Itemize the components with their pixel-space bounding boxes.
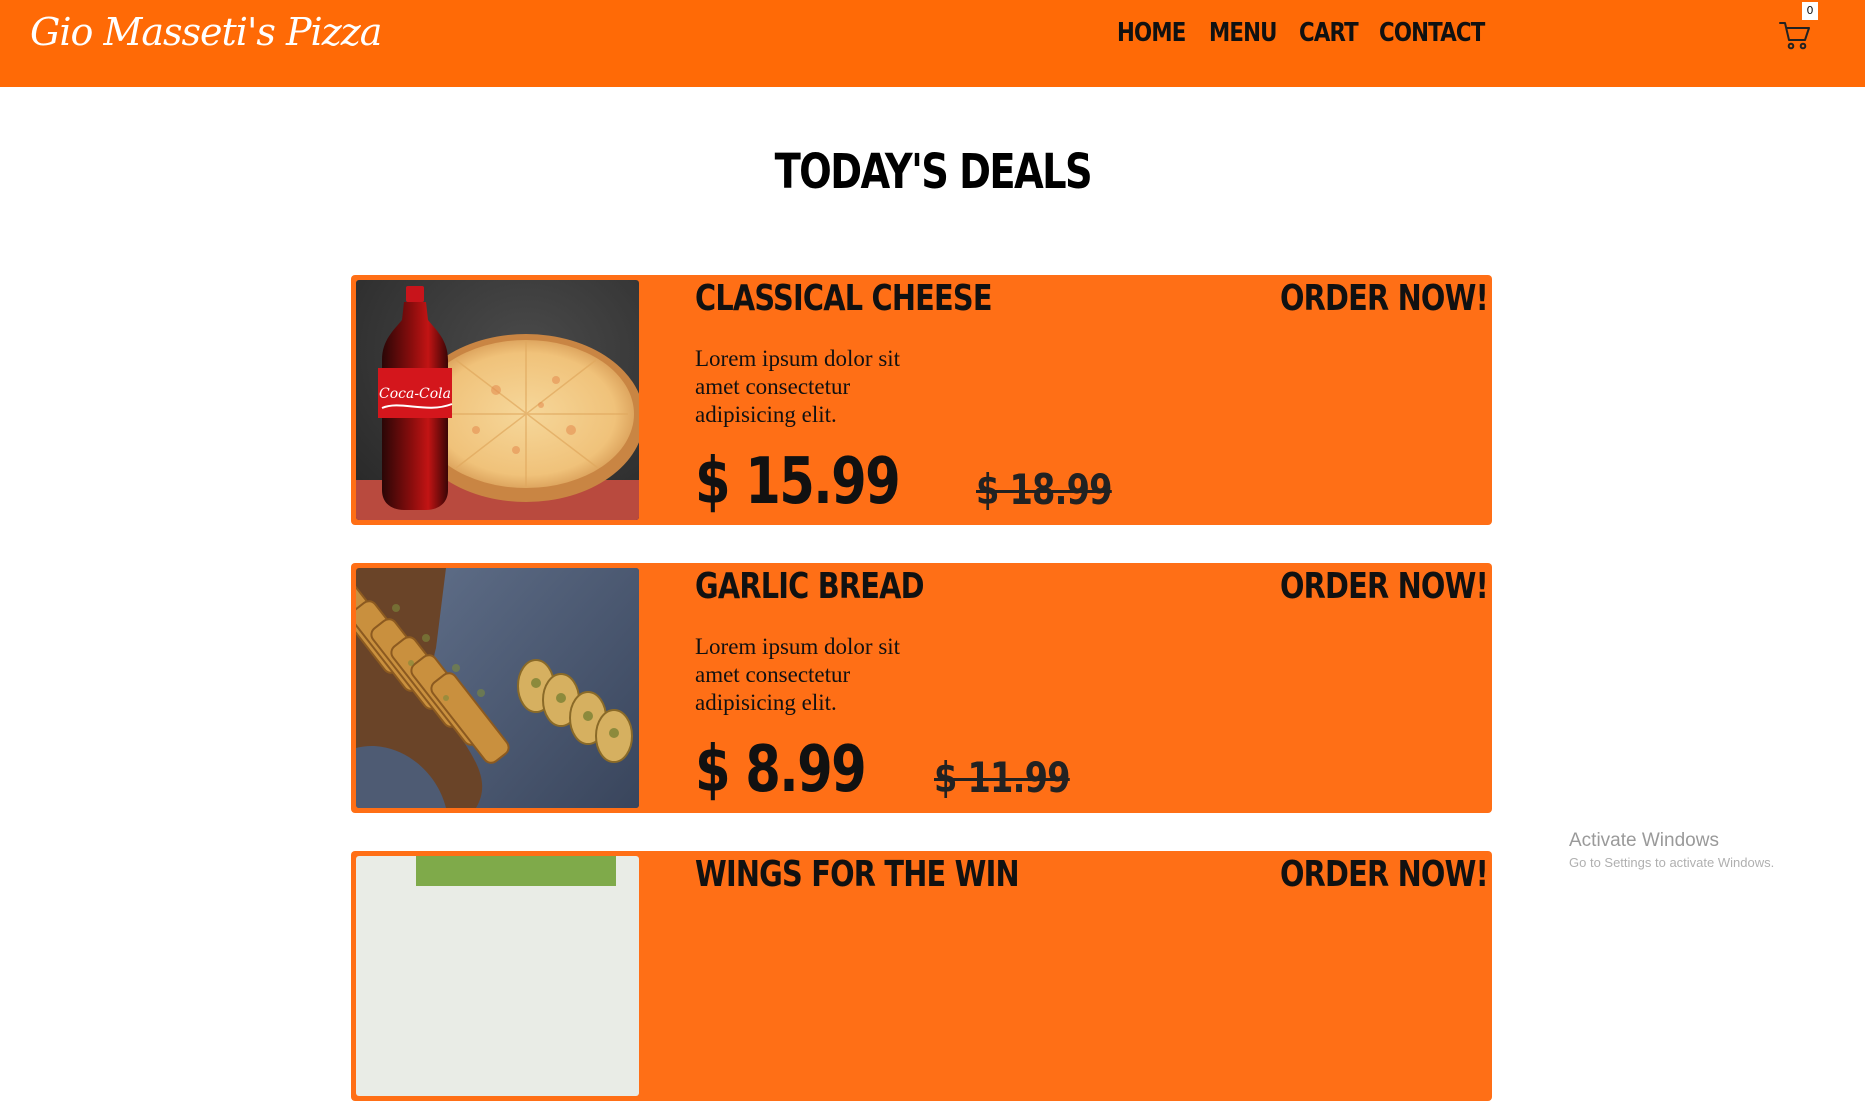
deal-image-wings: [356, 856, 639, 1096]
main-nav: HOME MENU CART CONTACT: [1117, 18, 1495, 48]
nav-cart[interactable]: CART: [1299, 18, 1359, 48]
svg-text:Coca-Cola: Coca-Cola: [379, 386, 451, 402]
deal-price: $ 15.99: [695, 445, 901, 519]
brand-logo[interactable]: Gio Masseti's Pizza: [30, 10, 382, 54]
deal-title: CLASSICAL CHEESE: [695, 278, 992, 319]
cart-count-badge: 0: [1802, 2, 1818, 20]
site-header: Gio Masseti's Pizza HOME MENU CART CONTA…: [0, 0, 1865, 87]
deal-price: $ 8.99: [695, 733, 867, 807]
pizza-and-cola-image: Coca-Cola: [356, 280, 639, 520]
activate-windows-watermark: Activate Windows: [1569, 830, 1719, 851]
deal-image-cheese-pizza: Coca-Cola: [356, 280, 639, 520]
nav-home[interactable]: HOME: [1117, 18, 1186, 48]
wings-image: [356, 856, 639, 1096]
page-title-text: TODAY'S DEALS: [774, 144, 1092, 200]
deal-card-garlic-bread: GARLIC BREAD ORDER NOW! Lorem ipsum dolo…: [351, 563, 1492, 813]
price-row: $ 8.99 $ 11.99: [695, 738, 1103, 802]
price-row: $ 15.99 $ 18.99: [695, 450, 1146, 514]
nav-contact[interactable]: CONTACT: [1379, 18, 1485, 48]
activate-windows-subtext: Go to Settings to activate Windows.: [1569, 855, 1775, 870]
deal-old-price: $ 11.99: [933, 753, 1071, 802]
order-now-button[interactable]: ORDER NOW!: [1280, 278, 1489, 319]
deal-card-classical-cheese: Coca-Cola CLASSICAL CHEESE ORDER NOW! Lo…: [351, 275, 1492, 525]
deal-title: WINGS FOR THE WIN: [695, 854, 1020, 895]
nav-menu[interactable]: MENU: [1209, 18, 1277, 48]
deal-image-garlic-bread: [356, 568, 639, 808]
deal-old-price: $ 18.99: [976, 465, 1113, 514]
shopping-cart-icon[interactable]: [1778, 18, 1812, 52]
garlic-bread-image: [356, 568, 639, 808]
deal-card-wings: WINGS FOR THE WIN ORDER NOW!: [351, 851, 1492, 1101]
order-now-button[interactable]: ORDER NOW!: [1280, 854, 1489, 895]
page-title: TODAY'S DEALS: [0, 144, 1865, 200]
deal-description: Lorem ipsum dolor sit amet consectetur a…: [695, 346, 901, 427]
order-now-button[interactable]: ORDER NOW!: [1280, 566, 1489, 607]
deal-description: Lorem ipsum dolor sit amet consectetur a…: [695, 634, 901, 715]
deal-title: GARLIC BREAD: [695, 566, 925, 607]
